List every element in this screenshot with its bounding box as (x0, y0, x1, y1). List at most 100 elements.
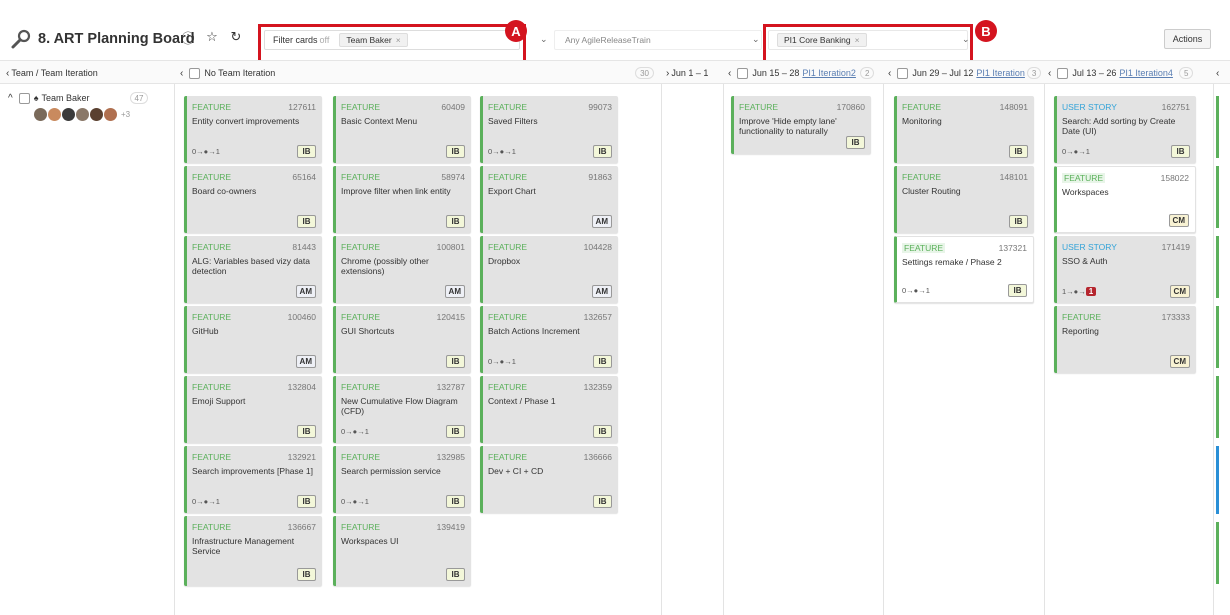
card-60409[interactable]: FEATURE 60409 Basic Context Menu IB (333, 96, 471, 163)
chevron-down-icon[interactable]: ⌄ (540, 34, 548, 45)
chevron-left-icon[interactable]: ‹ (1216, 68, 1219, 79)
card-139419[interactable]: FEATURE 139419 Workspaces UI IB (333, 516, 471, 586)
select-column-checkbox[interactable] (189, 67, 201, 79)
star-icon[interactable]: ☆ (204, 29, 220, 45)
card-132657[interactable]: FEATURE 132657 Batch Actions Increment 0… (480, 306, 618, 373)
card-title: GUI Shortcuts (341, 326, 395, 336)
team-column-header[interactable]: ‹ Team / Team Iteration (4, 61, 174, 85)
card-type: FEATURE (341, 522, 381, 532)
card-dependencies[interactable]: 0→●→1 (341, 497, 369, 506)
iteration3-header[interactable]: ‹ Jun 29 – Jul 12 PI1 Iteration 3 (886, 61, 1044, 85)
chevron-left-icon[interactable]: ‹ (728, 68, 731, 79)
partial-card-edge[interactable] (1216, 236, 1219, 298)
card-team-tag: AM (591, 285, 612, 298)
card-number: 99073 (588, 102, 612, 112)
avatar[interactable] (62, 108, 75, 121)
card-171419[interactable]: USER STORY 171419 SSO & Auth 1→●→ 1 CM (1054, 236, 1196, 303)
iteration2-link[interactable]: PI1 Iteration2 (802, 68, 856, 78)
card-number: 60409 (441, 102, 465, 112)
card-132804[interactable]: FEATURE 132804 Emoji Support IB (184, 376, 322, 443)
card-dependencies[interactable]: 1→●→ 1 (1062, 287, 1097, 296)
card-number: 132359 (583, 382, 612, 392)
card-173333[interactable]: FEATURE 173333 Reporting CM (1054, 306, 1196, 373)
collapsed-iteration-header[interactable]: › Jun 1 – 1 (664, 61, 724, 85)
select-column-checkbox[interactable] (1057, 67, 1069, 79)
card-dependencies[interactable]: 0→●→1 (192, 497, 220, 506)
next-column-header[interactable]: ‹ (1214, 61, 1228, 85)
card-team-tag: IB (1171, 145, 1190, 158)
card-58974[interactable]: FEATURE 58974 Improve filter when link e… (333, 166, 471, 233)
partial-card-edge[interactable] (1216, 522, 1219, 584)
iteration4-header[interactable]: ‹ Jul 13 – 26 PI1 Iteration4 5 (1046, 61, 1214, 85)
avatar[interactable] (34, 108, 47, 121)
team-lane-header[interactable]: ^ ♠ Team Baker 47 (6, 92, 149, 104)
card-132985[interactable]: FEATURE 132985 Search permission service… (333, 446, 471, 513)
chevron-up-icon[interactable]: ^ (8, 93, 13, 104)
info-icon[interactable]: ⓘ (180, 29, 196, 46)
iteration4-link[interactable]: PI1 Iteration4 (1119, 68, 1173, 78)
card-team-tag: AM (295, 285, 316, 298)
card-148101[interactable]: FEATURE 148101 Cluster Routing IB (894, 166, 1034, 233)
card-137321[interactable]: FEATURE 137321 Settings remake / Phase 2… (894, 236, 1034, 303)
art-select[interactable]: Any AgileReleaseTrain (554, 30, 762, 50)
card-132359[interactable]: FEATURE 132359 Context / Phase 1 IB (480, 376, 618, 443)
card-104428[interactable]: FEATURE 104428 Dropbox AM (480, 236, 618, 303)
card-162751[interactable]: USER STORY 162751 Search: Add sorting by… (1054, 96, 1196, 163)
actions-button[interactable]: Actions (1164, 29, 1211, 49)
card-81443[interactable]: FEATURE 81443 ALG: Variables based vizy … (184, 236, 322, 303)
card-dependencies[interactable]: 0→●→1 (488, 147, 516, 156)
partial-card-edge[interactable] (1216, 166, 1219, 228)
chevron-left-icon[interactable]: ‹ (1048, 68, 1051, 79)
card-148091[interactable]: FEATURE 148091 Monitoring IB (894, 96, 1034, 163)
partial-card-edge[interactable] (1216, 376, 1219, 438)
card-100460[interactable]: FEATURE 100460 GitHub AM (184, 306, 322, 373)
partial-card-edge[interactable] (1216, 96, 1219, 158)
partial-card-edge[interactable] (1216, 446, 1219, 514)
card-team-tag: CM (1169, 355, 1190, 368)
card-dependencies[interactable]: 0→●→1 (192, 147, 220, 156)
extra-members-count[interactable]: +3 (121, 110, 130, 119)
card-132921[interactable]: FEATURE 132921 Search improvements [Phas… (184, 446, 322, 513)
card-100801[interactable]: FEATURE 100801 Chrome (possibly other ex… (333, 236, 471, 303)
no-iteration-header[interactable]: ‹ No Team Iteration 30 (178, 61, 658, 85)
chevron-left-icon[interactable]: ‹ (6, 68, 9, 79)
card-type: FEATURE (192, 382, 232, 392)
card-170860[interactable]: FEATURE 170860 Improve 'Hide empty lane'… (731, 96, 871, 154)
card-158022[interactable]: FEATURE 158022 Workspaces CM (1054, 166, 1196, 233)
card-120415[interactable]: FEATURE 120415 GUI Shortcuts IB (333, 306, 471, 373)
avatar[interactable] (104, 108, 117, 121)
card-title: Infrastructure Management Service (192, 536, 295, 556)
card-dependencies[interactable]: 0→●→1 (488, 357, 516, 366)
card-type: FEATURE (488, 172, 528, 182)
select-column-checkbox[interactable] (897, 67, 909, 79)
avatar[interactable] (76, 108, 89, 121)
iteration3-link[interactable]: PI1 Iteration (976, 68, 1025, 78)
chevron-right-icon[interactable]: › (666, 68, 669, 79)
card-type: FEATURE (488, 312, 528, 322)
partial-card-edge[interactable] (1216, 306, 1219, 368)
select-column-checkbox[interactable] (737, 67, 749, 79)
chevron-down-icon[interactable]: ⌄ (752, 34, 760, 45)
chevron-left-icon[interactable]: ‹ (888, 68, 891, 79)
avatar[interactable] (90, 108, 103, 121)
card-type: USER STORY (1062, 102, 1117, 112)
card-number: 120415 (436, 312, 465, 322)
card-136666[interactable]: FEATURE 136666 Dev + CI + CD IB (480, 446, 618, 513)
card-127611[interactable]: FEATURE 127611 Entity convert improvemen… (184, 96, 322, 163)
card-132787[interactable]: FEATURE 132787 New Cumulative Flow Diagr… (333, 376, 471, 443)
chevron-left-icon[interactable]: ‹ (180, 68, 183, 79)
card-dependencies[interactable]: 0→●→1 (1062, 147, 1090, 156)
iteration2-header[interactable]: ‹ Jun 15 – 28 PI1 Iteration2 2 (726, 61, 882, 85)
card-dependencies[interactable]: 0→●→1 (341, 427, 369, 436)
avatar[interactable] (48, 108, 61, 121)
card-91863[interactable]: FEATURE 91863 Export Chart AM (480, 166, 618, 233)
card-title: Batch Actions Increment (488, 326, 580, 336)
select-lane-checkbox[interactable] (18, 92, 30, 104)
card-dependencies[interactable]: 0→●→1 (902, 286, 930, 295)
refresh-icon[interactable]: ↻ (228, 29, 244, 45)
card-65164[interactable]: FEATURE 65164 Board co-owners IB (184, 166, 322, 233)
card-99073[interactable]: FEATURE 99073 Saved Filters 0→●→1 IB (480, 96, 618, 163)
card-team-tag: IB (446, 145, 465, 158)
card-136667[interactable]: FEATURE 136667 Infrastructure Management… (184, 516, 322, 586)
card-number: 170860 (836, 102, 865, 112)
